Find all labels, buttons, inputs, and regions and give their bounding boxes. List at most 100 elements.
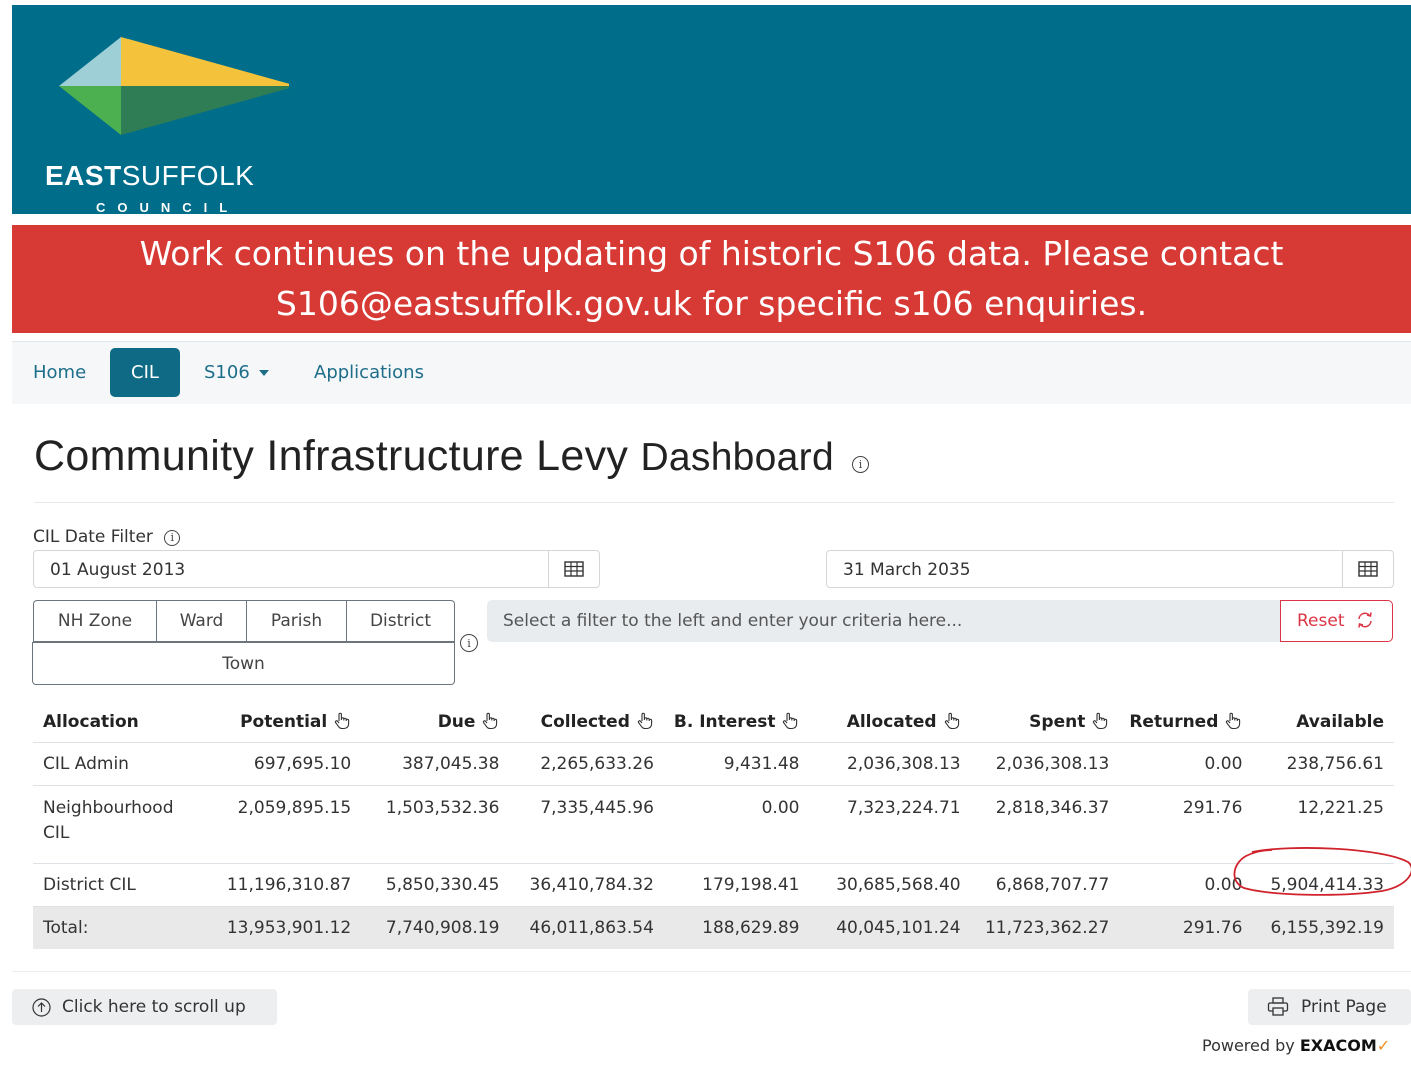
pointer-hand-icon — [1226, 712, 1241, 730]
col-header-spent[interactable]: Spent — [970, 702, 1120, 743]
pointer-hand-icon — [335, 712, 350, 730]
footer-divider — [12, 971, 1411, 972]
col-header-interest[interactable]: B. Interest — [663, 702, 810, 743]
cil-table: Allocation Potential Due Collected B. In… — [33, 702, 1394, 949]
scroll-up-button[interactable]: Click here to scroll up — [12, 989, 277, 1025]
total-returned: 291.76 — [1119, 906, 1253, 949]
site-header: EASTSUFFOLK COUNCIL — [12, 5, 1411, 215]
pointer-hand-icon — [783, 712, 798, 730]
cell-potential: 697,695.10 — [202, 742, 362, 786]
col-header-due[interactable]: Due — [361, 702, 510, 743]
cell-due: 387,045.38 — [361, 742, 510, 786]
col-header-returned-label: Returned — [1129, 712, 1219, 732]
pointer-hand-icon — [483, 712, 498, 730]
exacom-brand: EXACOM — [1299, 1036, 1377, 1055]
col-header-spent-label: Spent — [1029, 712, 1086, 732]
total-collected: 46,011,863.54 — [509, 906, 664, 949]
arrow-up-circle-icon — [32, 998, 51, 1017]
cell-collected: 36,410,784.32 — [509, 863, 664, 907]
col-header-interest-label: B. Interest — [673, 712, 776, 732]
col-header-potential[interactable]: Potential — [202, 702, 362, 743]
cell-due: 1,503,532.36 — [361, 785, 510, 864]
filter-district-button[interactable]: District — [346, 600, 455, 642]
nav-applications[interactable]: Applications — [293, 348, 445, 397]
cell-collected: 2,265,633.26 — [509, 742, 664, 786]
col-header-available-label: Available — [1296, 712, 1384, 732]
cell-allocation-line2: CIL — [43, 823, 70, 843]
cell-returned: 0.00 — [1119, 742, 1253, 786]
cell-interest: 179,198.41 — [663, 863, 810, 907]
pointer-hand-icon — [944, 712, 959, 730]
col-header-allocated[interactable]: Allocated — [809, 702, 971, 743]
table-row: CIL Admin 697,695.10 387,045.38 2,265,63… — [33, 742, 1394, 786]
col-header-potential-label: Potential — [240, 712, 328, 732]
total-due: 7,740,908.19 — [361, 906, 510, 949]
start-date-input[interactable]: 01 August 2013 — [33, 550, 600, 588]
refresh-icon — [1358, 612, 1372, 628]
cell-allocated: 30,685,568.40 — [809, 863, 971, 907]
col-header-returned[interactable]: Returned — [1119, 702, 1253, 743]
date-filter-info-icon[interactable]: i — [164, 529, 181, 546]
start-date-value: 01 August 2013 — [50, 560, 186, 580]
cell-spent: 2,818,346.37 — [970, 785, 1120, 864]
powered-by-prefix: Powered by — [1202, 1036, 1295, 1055]
filter-nh-zone-label: NH Zone — [57, 611, 133, 631]
logo-mark-icon — [59, 37, 289, 135]
nav-s106-label: S106 — [204, 362, 250, 383]
end-date-value: 31 March 2035 — [843, 560, 971, 580]
cell-interest: 9,431.48 — [663, 742, 810, 786]
calendar-icon[interactable] — [1342, 550, 1393, 588]
col-header-available: Available — [1252, 702, 1394, 743]
nav-cil-label: CIL — [131, 362, 159, 383]
cell-spent: 2,036,308.13 — [970, 742, 1120, 786]
criteria-input[interactable]: Select a filter to the left and enter yo… — [487, 600, 1281, 642]
cell-potential: 11,196,310.87 — [202, 863, 362, 907]
print-page-label: Print Page — [1301, 997, 1387, 1017]
page-title-main: Community Infrastructure Levy — [34, 432, 629, 480]
powered-by[interactable]: Powered by EXACOM✓ — [1202, 1036, 1390, 1055]
caret-down-icon — [258, 370, 269, 376]
print-page-button[interactable]: Print Page — [1248, 989, 1411, 1025]
page-title: Community Infrastructure Levy Dashboard … — [34, 432, 870, 481]
nav-home-label: Home — [33, 362, 87, 383]
cell-allocation: District CIL — [33, 863, 203, 907]
main-nav: Home CIL S106 Applications — [12, 341, 1411, 404]
notice-banner: Work continues on the updating of histor… — [12, 225, 1411, 333]
printer-icon — [1267, 997, 1289, 1016]
nav-home[interactable]: Home — [12, 348, 107, 397]
filter-parish-button[interactable]: Parish — [246, 600, 347, 642]
east-suffolk-logo[interactable]: EASTSUFFOLK COUNCIL — [44, 29, 289, 215]
logo-subtitle: COUNCIL — [96, 200, 240, 215]
nav-s106-dropdown[interactable]: S106 — [183, 348, 290, 397]
cell-allocation: Neighbourhood CIL — [33, 785, 203, 864]
filter-town-button[interactable]: Town — [32, 642, 455, 685]
cell-allocated: 2,036,308.13 — [809, 742, 971, 786]
reset-button[interactable]: Reset — [1280, 600, 1393, 642]
date-filter-label-text: CIL Date Filter — [33, 527, 153, 547]
reset-label: Reset — [1297, 611, 1345, 631]
calendar-icon[interactable] — [548, 550, 599, 588]
total-interest: 188,629.89 — [663, 906, 810, 949]
total-potential: 13,953,901.12 — [202, 906, 362, 949]
total-allocated: 40,045,101.24 — [809, 906, 971, 949]
logo-name: EASTSUFFOLK — [45, 160, 254, 192]
col-header-collected[interactable]: Collected — [509, 702, 664, 743]
filter-ward-button[interactable]: Ward — [156, 600, 247, 642]
end-date-input[interactable]: 31 March 2035 — [826, 550, 1394, 588]
logo-name-bold: EAST — [45, 160, 122, 191]
nav-cil[interactable]: CIL — [110, 348, 180, 397]
scroll-up-label: Click here to scroll up — [62, 997, 246, 1017]
nav-applications-label: Applications — [314, 362, 424, 383]
filter-info-icon[interactable]: i — [460, 634, 478, 652]
filter-district-label: District — [369, 611, 432, 631]
title-divider — [34, 502, 1394, 503]
filter-nh-zone-button[interactable]: NH Zone — [33, 600, 157, 642]
cell-spent: 6,868,707.77 — [970, 863, 1120, 907]
info-icon[interactable]: i — [852, 456, 870, 473]
notice-banner-text: Work continues on the updating of histor… — [139, 234, 1284, 323]
table-total-row: Total: 13,953,901.12 7,740,908.19 46,011… — [33, 906, 1394, 949]
pointer-hand-icon — [637, 712, 653, 730]
logo-name-light: SUFFOLK — [121, 160, 255, 191]
date-filter-label: CIL Date Filter i — [33, 527, 181, 547]
checkmark-icon: ✓ — [1376, 1036, 1391, 1055]
